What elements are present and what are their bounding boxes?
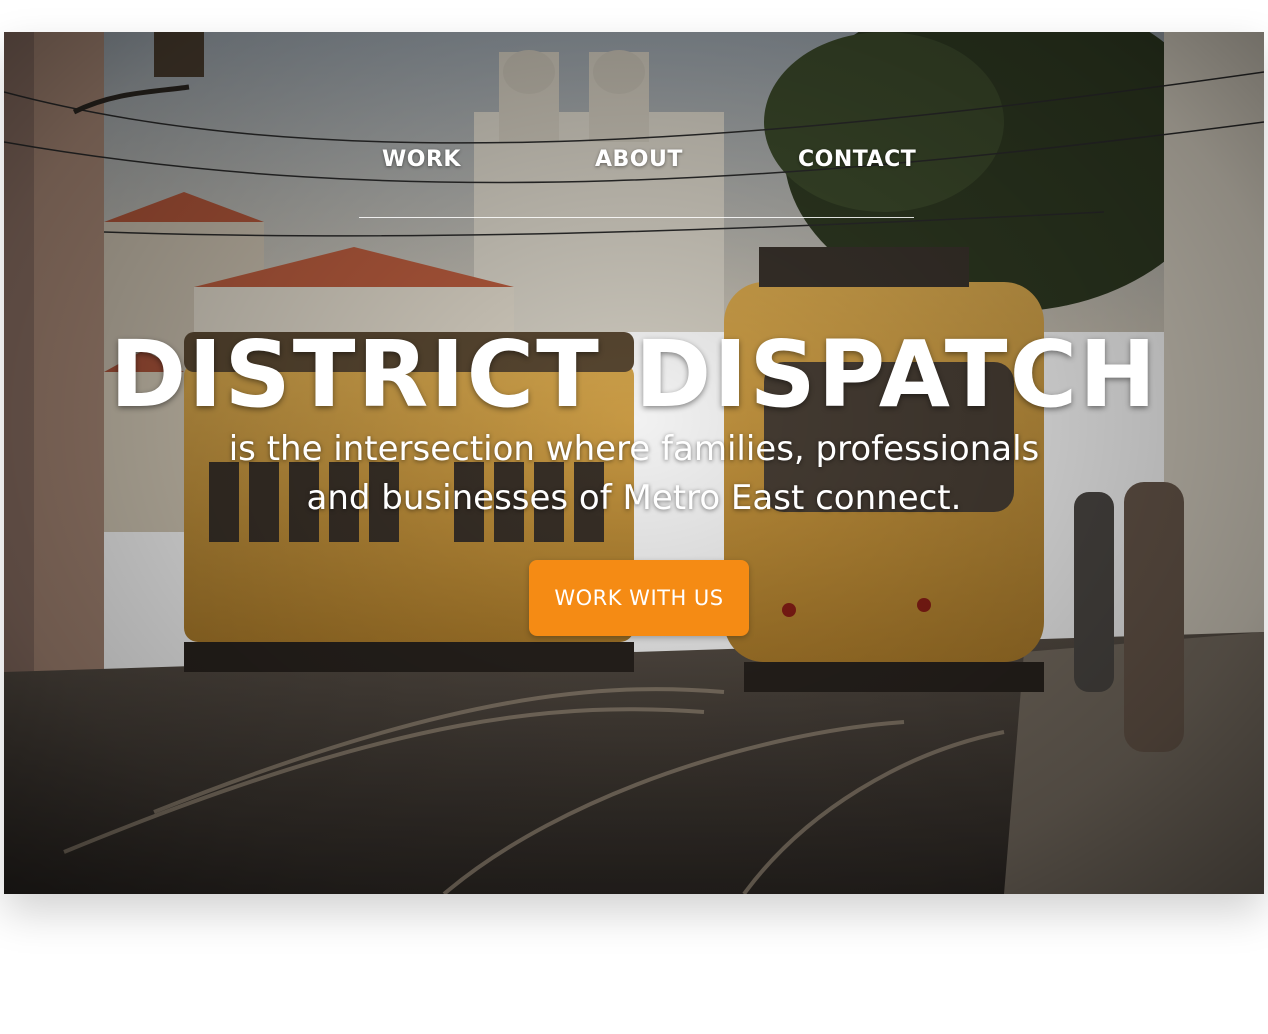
hero-section: WORK ABOUT CONTACT DISTRICT DISPATCH is … bbox=[4, 32, 1264, 894]
nav-link-work[interactable]: WORK bbox=[382, 147, 461, 172]
nav-link-contact[interactable]: CONTACT bbox=[798, 147, 916, 172]
main-nav: WORK ABOUT CONTACT bbox=[359, 137, 916, 218]
hero-subtitle: is the intersection where families, prof… bbox=[228, 429, 1040, 518]
nav-link-about[interactable]: ABOUT bbox=[595, 147, 683, 172]
hero-title: DISTRICT DISPATCH bbox=[109, 321, 1159, 428]
work-with-us-button[interactable]: WORK WITH US bbox=[529, 560, 749, 636]
